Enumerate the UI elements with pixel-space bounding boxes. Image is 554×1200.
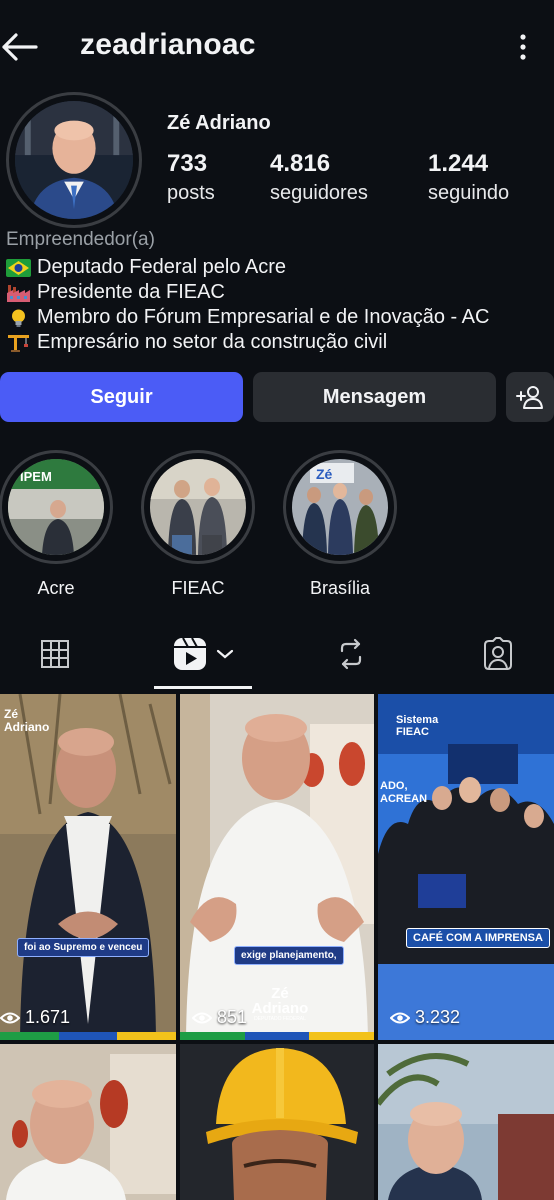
bio-line: Membro do Fórum Empresarial e de Inovaçã… (6, 305, 551, 330)
tagged-icon (484, 637, 512, 670)
view-count-text: 851 (217, 1007, 248, 1027)
highlight-brasilia[interactable]: Zé Brasília (282, 450, 398, 599)
reposts-icon (340, 638, 362, 670)
stat-posts-label: posts (167, 182, 215, 204)
stat-following-label: seguindo (428, 182, 510, 204)
chevron-down-icon (216, 649, 234, 659)
highlight-ring: IPEM (0, 450, 113, 564)
brand-subtitle: DEPUTADO FEDERAL (254, 1016, 306, 1022)
bio-line: Presidente da FIEAC (6, 280, 551, 305)
highlight-cover: Zé (292, 459, 388, 555)
avatar-photo (15, 101, 133, 219)
reel-caption: foi ao Supremo e venceu (17, 938, 150, 957)
reels-icon (174, 637, 206, 670)
reel-caption: CAFÉ COM A IMPRENSA (406, 928, 550, 948)
eye-icon (390, 1012, 410, 1023)
stat-followers-label: seguidores (270, 182, 368, 204)
reel-view-count: 1.671 (0, 1007, 70, 1028)
profile-username: zeadrianoac (80, 28, 256, 61)
brazil-flag-icon (6, 258, 31, 277)
reel-thumbnail[interactable]: Sistema FIEAC ADO, ACREAN CAFÉ COM A IMP… (378, 694, 554, 1040)
bio-text: Deputado Federal pelo Acre (37, 256, 287, 278)
reel-banner-text: ADO, ACREAN (380, 780, 428, 806)
profile-avatar[interactable] (6, 92, 142, 228)
highlight-fieac[interactable]: FIEAC (140, 450, 256, 599)
active-tab-indicator (154, 686, 252, 689)
add-person-icon (516, 386, 543, 409)
profile-tabs (0, 625, 554, 691)
reel-thumbnail[interactable]: Zé Adriano foi ao Supremo e venceu 1.671 (0, 694, 176, 1040)
bio-line: Empresário no setor da construção civil (6, 330, 551, 355)
brand-color-strip (180, 1032, 374, 1040)
brand-logo: Zé Adriano (251, 985, 309, 1017)
highlight-label: Acre (37, 578, 75, 598)
profile-full-name: Zé Adriano (167, 112, 271, 134)
reels-grid: Zé Adriano foi ao Supremo e venceu 1.671… (0, 694, 554, 1200)
highlight-cover-text: Zé (316, 466, 333, 482)
stat-posts[interactable]: 733 posts (167, 150, 215, 205)
eye-icon (0, 1012, 20, 1023)
tab-reposts[interactable] (296, 625, 406, 683)
lightbulb-icon (12, 309, 25, 327)
brand-logo: Sistema FIEAC (396, 714, 439, 739)
reel-thumbnail[interactable] (180, 1044, 374, 1200)
view-count-text: 1.671 (25, 1007, 71, 1027)
eye-icon (192, 1012, 212, 1023)
highlight-label: FIEAC (171, 578, 225, 598)
stat-followers-value: 4.816 (270, 150, 331, 177)
tab-posts-grid[interactable] (0, 625, 110, 683)
highlight-ring: Zé (283, 450, 397, 564)
bio-text: Membro do Fórum Empresarial e de Inovaçã… (37, 306, 490, 328)
bio-line: Deputado Federal pelo Acre (6, 255, 551, 280)
highlight-cover (150, 459, 246, 555)
bio-text: Presidente da FIEAC (37, 281, 225, 303)
top-bar: zeadrianoac (0, 0, 554, 95)
highlight-ring (141, 450, 255, 564)
suggest-people-button[interactable] (506, 372, 554, 422)
brand-logo: Zé Adriano (4, 707, 50, 735)
back-arrow-icon[interactable] (0, 27, 40, 67)
stat-following[interactable]: 1.244 seguindo (428, 150, 509, 205)
factory-icon (7, 284, 30, 302)
highlight-label: Brasília (309, 578, 371, 598)
bio-text: Empresário no setor da construção civil (37, 331, 388, 353)
reel-thumbnail[interactable] (0, 1044, 176, 1200)
brand-color-strip (0, 1032, 176, 1040)
profile-bio: Deputado Federal pelo Acre Presidente da… (6, 255, 551, 355)
highlight-acre[interactable]: IPEM Acre (0, 450, 114, 599)
more-options-icon[interactable] (508, 30, 538, 64)
reel-caption: exige planejamento, (234, 946, 344, 965)
reel-view-count: 851 (192, 1007, 247, 1028)
reel-thumbnail[interactable] (378, 1044, 554, 1200)
tab-tagged[interactable] (443, 625, 553, 683)
stat-followers[interactable]: 4.816 seguidores (270, 150, 368, 205)
stat-following-value: 1.244 (428, 150, 489, 177)
profile-category: Empreendedor(a) (6, 229, 155, 250)
construction-crane-icon (8, 334, 29, 352)
tab-reels[interactable] (148, 625, 258, 683)
message-button[interactable]: Mensagem (253, 372, 496, 422)
stat-posts-value: 733 (167, 150, 208, 177)
reel-view-count: 3.232 (390, 1007, 460, 1028)
view-count-text: 3.232 (415, 1007, 461, 1027)
highlight-cover: IPEM (8, 459, 104, 555)
follow-button[interactable]: Seguir (0, 372, 243, 422)
reel-thumbnail[interactable]: exige planejamento, Zé Adriano DEPUTADO … (180, 694, 374, 1040)
grid-icon (41, 640, 69, 668)
highlight-cover-text: IPEM (20, 469, 52, 484)
